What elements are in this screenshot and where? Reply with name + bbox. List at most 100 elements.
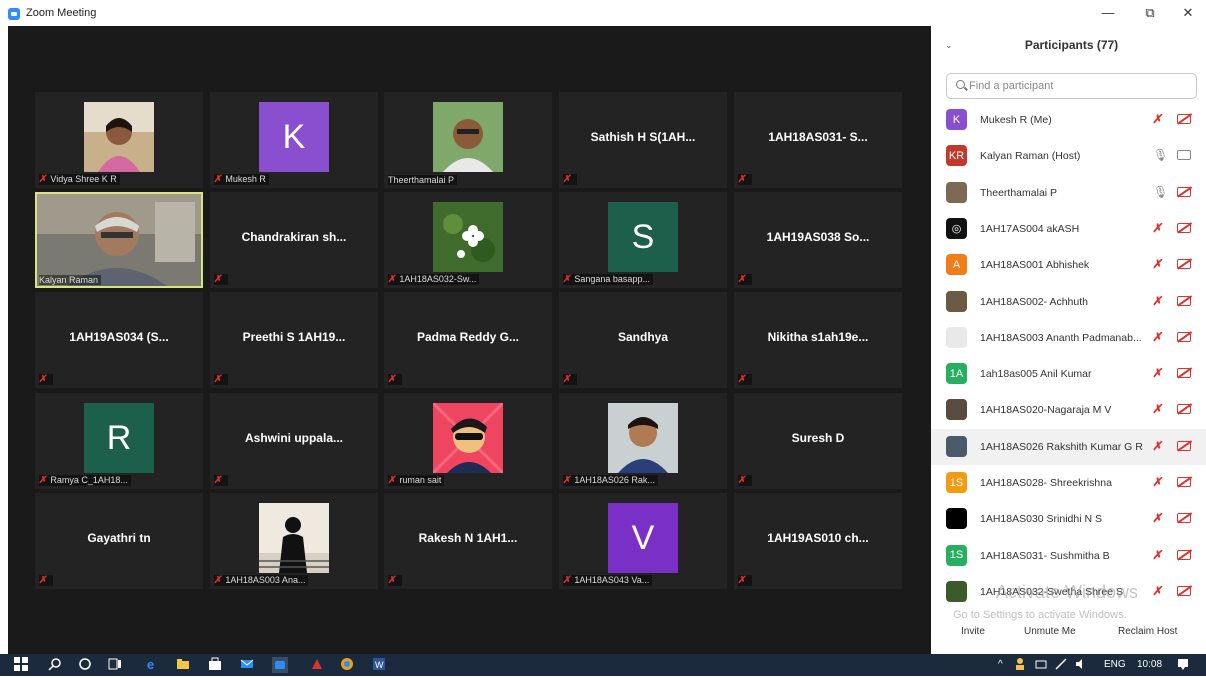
participants-panel: ⌄ Participants (77) KMukesh R (Me)✗KRKal… [931,26,1206,654]
camera-off-icon[interactable] [1177,259,1191,270]
tile-footer: ✗ 1AH18AS003 Ana... [213,575,309,586]
network-icon[interactable] [1034,657,1050,673]
participant-row[interactable]: KR Kalyan Raman (Host) 🎙 [931,138,1206,174]
video-tile[interactable]: 1AH19AS010 ch... ✗ [734,493,902,589]
camera-off-icon[interactable] [1177,222,1191,233]
video-tile[interactable]: Sandhya ✗ [559,292,727,388]
participant-row[interactable]: Theerthamalai P 🎙 [931,175,1206,211]
store-icon[interactable] [208,657,224,673]
video-tile[interactable]: Padma Reddy G... ✗ [384,292,552,388]
search-icon[interactable] [48,657,64,673]
video-tile[interactable]: ✗ 1AH18AS003 Ana... [210,493,378,589]
invite-button[interactable]: Invite [961,626,985,637]
participant-row[interactable]: 1AH18AS003 Ananth Padmanab... ✗ [931,320,1206,356]
video-tile[interactable]: 1AH19AS038 So... ✗ [734,192,902,288]
volume-icon[interactable] [1074,657,1090,673]
camera-off-icon[interactable] [1177,114,1191,124]
camera-off-icon[interactable] [1177,368,1191,379]
video-tile[interactable]: ✗ 1AH18AS032-Sw... [384,192,552,288]
video-tile[interactable]: V ✗ 1AH18AS043 Va... [559,493,727,589]
mic-muted-icon[interactable]: ✗ [1152,221,1165,235]
close-button[interactable]: ✕ [1178,4,1198,22]
participant-row[interactable]: 1AH18AS020-Nagaraja M V ✗ [931,392,1206,428]
participant-row[interactable]: 1A 1ah18as005 Anil Kumar ✗ [931,356,1206,392]
mic-muted-icon[interactable]: ✗ [1152,511,1165,525]
mic-muted-icon[interactable]: ✗ [1152,257,1165,271]
tile-footer: ✗ Sangana basapp... [562,274,653,285]
mic-muted-icon[interactable]: ✗ [1152,330,1165,344]
tile-footer: ✗ [213,274,229,285]
mic-muted-icon[interactable]: ✗ [1152,366,1165,380]
video-tile[interactable]: Nikitha s1ah19e... ✗ [734,292,902,388]
participant-row[interactable]: 1AH18AS002- Achhuth ✗ [931,284,1206,320]
video-tile[interactable]: R ✗ Ramya C_1AH18... [35,393,203,489]
windows-start-icon[interactable] [14,657,30,673]
camera-off-icon[interactable] [1177,331,1191,342]
camera-off-icon[interactable] [1177,477,1191,487]
camera-off-icon[interactable] [1177,585,1191,596]
edge-icon[interactable]: e [146,657,162,673]
video-tile[interactable]: ✗ 1AH18AS026 Rak... [559,393,727,489]
video-tile[interactable]: Chandrakiran sh... ✗ [210,192,378,288]
participant-row[interactable]: 1AH18AS026 Rakshith Kumar G R ✗ [931,428,1206,465]
video-tile[interactable]: Sathish H S(1AH... ✗ [559,92,727,188]
mic-muted-icon[interactable]: ✗ [1152,294,1165,308]
participant-row[interactable]: ◎ 1AH17AS004 akASH ✗ [931,211,1206,247]
tray-chevron-icon[interactable]: ^ [998,659,1003,670]
video-tile[interactable]: Rakesh N 1AH1... ✗ [384,493,552,589]
mic-muted-icon[interactable]: ✗ [1152,439,1165,453]
participant-row[interactable]: A 1AH18AS001 Abhishek ✗ [931,247,1206,283]
camera-off-icon[interactable] [1177,186,1191,197]
video-tile[interactable]: ✗ Vidya Shree K R [35,92,203,188]
tile-name-label: 1AH18AS032-Sw... [399,274,477,284]
file-explorer-icon[interactable] [176,657,192,673]
notifications-icon[interactable] [1176,657,1192,673]
video-tile[interactable]: ✗ ruman sait [384,393,552,489]
video-tile[interactable]: Ashwini uppala... ✗ [210,393,378,489]
reclaim-host-button[interactable]: Reclaim Host [1118,626,1177,637]
mic-icon[interactable]: 🎙 [1153,148,1168,162]
video-tile[interactable]: Gayathri tn ✗ [35,493,203,589]
video-tile[interactable]: Kalyan Raman [35,192,203,288]
participant-search[interactable] [946,73,1197,99]
participant-row[interactable]: 1S 1AH18AS028- Shreekrishna ✗ [931,465,1206,501]
clock[interactable]: 10:08 [1137,659,1162,670]
video-tile[interactable]: Preethi S 1AH19... ✗ [210,292,378,388]
participant-list[interactable]: K Mukesh R (Me) ✗ KR Kalyan Raman (Host) 🎙 The… [931,102,1206,602]
mic-icon[interactable]: 🎙 [1153,185,1168,199]
chrome-icon[interactable] [340,657,356,673]
camera-off-icon[interactable] [1177,549,1191,560]
zoom-taskbar-icon[interactable] [272,657,288,673]
maximize-button[interactable]: ⧉ [1140,4,1160,22]
mail-icon[interactable] [240,657,256,673]
cortana-icon[interactable] [78,657,94,673]
participant-row[interactable]: 1AH18AS030 Srinidhi N S ✗ [931,501,1206,537]
language-indicator[interactable]: ENG [1104,659,1126,670]
mic-muted-icon[interactable]: ✗ [1152,475,1165,489]
video-tile[interactable]: K ✗ Mukesh R [210,92,378,188]
mic-muted-icon[interactable]: ✗ [1152,112,1165,126]
video-tile[interactable]: Theerthamalai P [384,92,552,188]
video-tile[interactable]: Suresh D ✗ [734,393,902,489]
pen-icon[interactable] [1054,657,1070,673]
pdf-reader-icon[interactable] [310,657,326,673]
tray-person-icon[interactable] [1014,657,1030,673]
camera-icon[interactable] [1177,150,1191,161]
video-tile[interactable]: S ✗ Sangana basapp... [559,192,727,288]
unmute-me-button[interactable]: Unmute Me [1024,626,1076,637]
camera-off-icon[interactable] [1177,513,1191,524]
video-tile[interactable]: 1AH19AS034 (S... ✗ [35,292,203,388]
camera-off-icon[interactable] [1177,440,1191,451]
word-icon[interactable]: W [372,657,388,673]
mic-muted-icon[interactable]: ✗ [1152,548,1165,562]
task-view-icon[interactable] [108,657,124,673]
search-input[interactable] [969,77,1189,95]
camera-off-icon[interactable] [1177,295,1191,306]
participant-row[interactable]: 1S 1AH18AS031- Sushmitha B ✗ [931,538,1206,574]
mic-muted-icon[interactable]: ✗ [1152,402,1165,416]
mic-muted-icon[interactable]: ✗ [1152,584,1165,598]
camera-off-icon[interactable] [1177,404,1191,415]
video-tile[interactable]: 1AH18AS031- S... ✗ [734,92,902,188]
participant-row[interactable]: K Mukesh R (Me) ✗ [931,102,1206,138]
minimize-button[interactable]: — [1098,4,1118,22]
